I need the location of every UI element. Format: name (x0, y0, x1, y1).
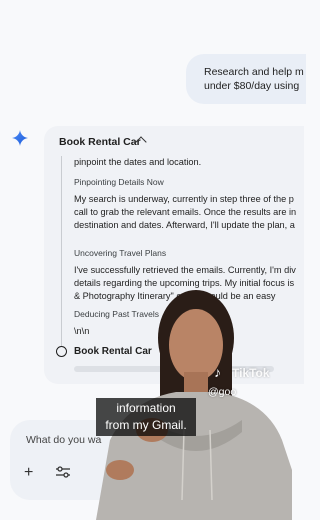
step-text: destination and dates. Afterward, I'll u… (74, 220, 295, 230)
step-text: My search is underway, currently in step… (74, 194, 294, 204)
thinking-panel: Book Rental Car pinpoint the dates and l… (44, 126, 304, 384)
timeline-line (61, 156, 62, 346)
step-text: pinpoint the dates and location. (74, 157, 202, 167)
step-text: \n\n (74, 326, 90, 336)
gemini-spark-icon (12, 130, 28, 146)
tiktok-watermark: TikTok (232, 366, 270, 380)
caption-line: from my Gmail. (105, 418, 187, 432)
step-heading: Deducing Past Travels (74, 309, 160, 319)
video-caption: information from my Gmail. (96, 398, 196, 436)
prompt-input-bar[interactable]: What do you wa + (10, 420, 110, 500)
step-heading: Uncovering Travel Plans (74, 248, 167, 258)
panel-title[interactable]: Book Rental Car (59, 136, 141, 148)
add-icon[interactable]: + (24, 464, 33, 482)
step-text: & Photography Itinerary" e... ls should … (74, 291, 276, 301)
user-message-line: Research and help m (204, 66, 304, 78)
step-text: call to grab the relevant emails. Once t… (74, 207, 297, 217)
prompt-input[interactable]: What do you wa (26, 434, 101, 446)
step-status-circle-icon (56, 346, 67, 357)
step-text: details regarding the upcoming trips. My… (74, 278, 295, 288)
step-text: I've successfully retrieved the emails. … (74, 265, 296, 275)
user-message-line: under $80/day using (204, 80, 300, 92)
tiktok-logo-icon: ♪ (214, 364, 221, 380)
tools-icon[interactable] (56, 466, 70, 478)
step-heading: Pinpointing Details Now (74, 177, 164, 187)
user-message-bubble: Research and help m under $80/day using (186, 54, 306, 104)
current-step-label: Book Rental Car (74, 346, 152, 357)
caption-line: information (116, 401, 176, 415)
tiktok-handle: @goo (208, 386, 237, 398)
